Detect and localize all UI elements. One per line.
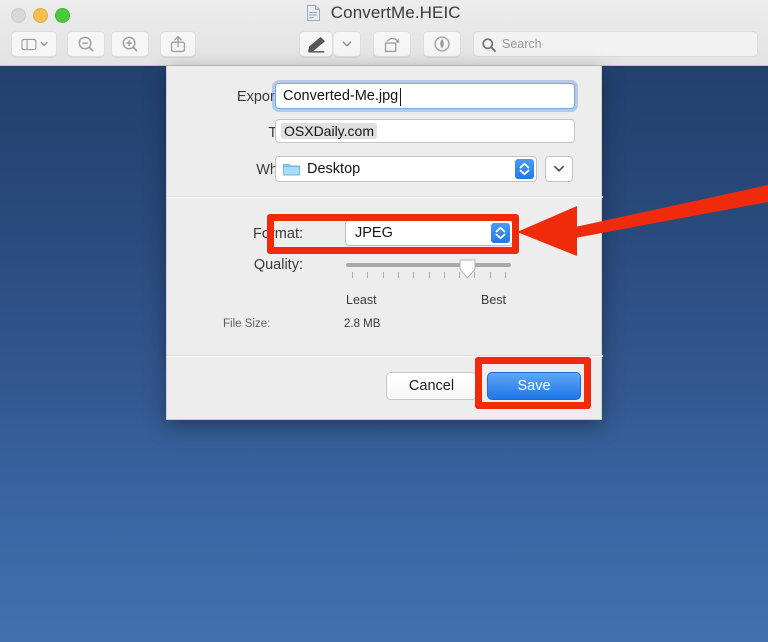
- zoom-in-button[interactable]: [111, 31, 149, 57]
- stepper-up-down-icon: [495, 226, 506, 240]
- window-titlebar: ConvertMe.HEIC Search: [0, 0, 768, 66]
- dialog-separator: [167, 355, 603, 357]
- search-field[interactable]: Search: [473, 31, 758, 57]
- where-expand-button[interactable]: [545, 156, 573, 182]
- slider-tick: [352, 272, 353, 278]
- dialog-separator: [167, 196, 603, 198]
- slider-ticks: [346, 272, 511, 279]
- slider-tick: [428, 272, 430, 278]
- share-button[interactable]: [160, 31, 196, 57]
- zoom-in-icon: [122, 36, 138, 52]
- format-value: JPEG: [355, 225, 393, 241]
- file-size-value: 2.8 MB: [344, 318, 381, 330]
- quality-best-label: Best: [481, 293, 507, 307]
- slider-tick: [443, 272, 445, 278]
- where-popup-button[interactable]: Desktop: [275, 156, 537, 182]
- markup-pen-icon: [308, 37, 325, 53]
- rotate-button[interactable]: [373, 31, 411, 57]
- where-stepper[interactable]: [515, 159, 534, 179]
- slider-tick: [505, 272, 506, 278]
- slider-tick: [489, 272, 491, 278]
- share-icon: [170, 35, 186, 53]
- chevron-down-icon: [342, 41, 352, 47]
- format-popup-button[interactable]: JPEG: [345, 220, 513, 246]
- search-icon: [482, 38, 496, 52]
- folder-icon: [283, 164, 300, 176]
- slider-tick: [367, 272, 369, 278]
- quality-label: Quality:: [253, 257, 303, 273]
- chevron-down-icon: [554, 165, 564, 172]
- save-button[interactable]: Save: [487, 372, 581, 400]
- export-as-input[interactable]: Converted-Me.jpg: [275, 83, 575, 109]
- quality-least-label: Least: [346, 293, 377, 307]
- annotate-icon: [434, 36, 450, 52]
- annotate-button[interactable]: [423, 31, 461, 57]
- stepper-up-down-icon: [519, 162, 530, 176]
- markup-button[interactable]: [299, 31, 333, 57]
- tags-input[interactable]: OSXDaily.com: [275, 119, 575, 143]
- quality-slider[interactable]: [346, 259, 511, 287]
- slider-thumb[interactable]: [459, 259, 476, 279]
- rotate-icon: [384, 37, 400, 53]
- window-title: ConvertMe.HEIC: [0, 3, 768, 23]
- export-dialog: Export As: Converted-Me.jpg Tags: OSXDai…: [166, 66, 603, 420]
- where-value: Desktop: [307, 161, 361, 177]
- format-label: Format:: [253, 226, 303, 242]
- zoom-out-button[interactable]: [67, 31, 105, 57]
- file-size-label: File Size:: [223, 318, 271, 330]
- slider-tick: [413, 272, 415, 278]
- format-stepper[interactable]: [491, 223, 510, 243]
- document-icon: [307, 5, 321, 21]
- window-title-text: ConvertMe.HEIC: [330, 3, 461, 22]
- preview-window-screenshot: ConvertMe.HEIC Search Export As: Convert…: [0, 0, 768, 642]
- markup-options-button[interactable]: [333, 31, 361, 57]
- sidebar-toggle-button[interactable]: [11, 31, 57, 57]
- tag-token: OSXDaily.com: [281, 123, 377, 139]
- zoom-out-icon: [78, 36, 94, 52]
- search-placeholder: Search: [502, 37, 542, 51]
- cancel-button[interactable]: Cancel: [386, 372, 477, 400]
- export-as-value: Converted-Me.jpg: [283, 88, 399, 104]
- slider-tick: [397, 272, 399, 278]
- slider-tick: [382, 272, 384, 278]
- slider-track: [346, 263, 511, 267]
- text-cursor: [400, 88, 401, 106]
